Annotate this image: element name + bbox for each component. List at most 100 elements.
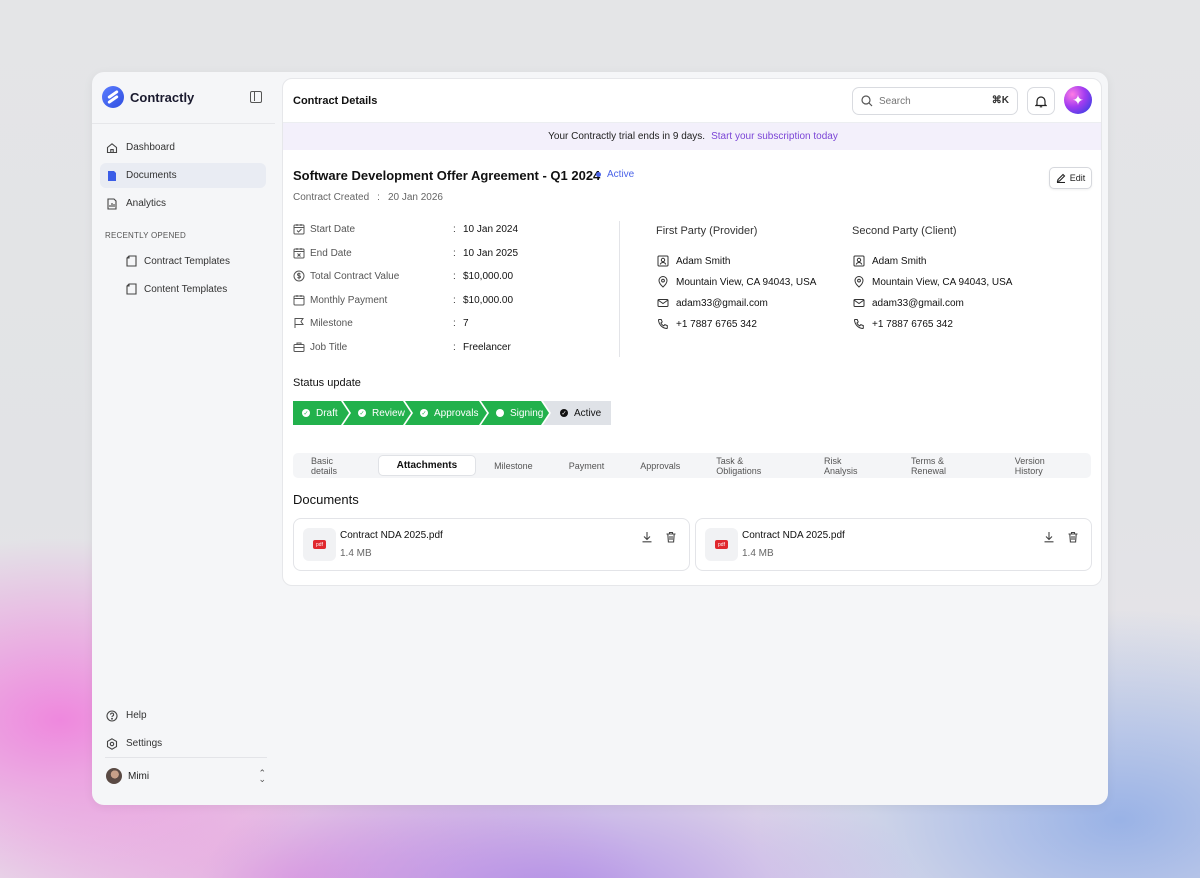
tab-task-obligations[interactable]: Task & Obligations	[698, 455, 806, 476]
check-icon: ✓	[421, 410, 427, 417]
second-party-email: adam33@gmail.com	[853, 297, 964, 309]
party-address-text: Mountain View, CA 94043, USA	[676, 276, 817, 288]
detail-value: $10,000.00	[463, 270, 514, 282]
notifications-button[interactable]	[1027, 87, 1055, 115]
sidebar-divider	[92, 123, 275, 124]
detail-value: 10 Jan 2024	[463, 223, 519, 235]
location-pin-icon	[854, 276, 864, 288]
sidebar-item-label: Analytics	[126, 198, 167, 209]
recently-opened-heading: RECENTLY OPENED	[105, 231, 186, 240]
step-approvals[interactable]: ✓ Approvals	[405, 401, 487, 425]
tab-approvals[interactable]: Approvals	[622, 455, 698, 476]
sparkle-icon: ✦	[1072, 91, 1084, 108]
edit-label: Edit	[1069, 173, 1086, 183]
sidebar-item-label: Help	[126, 710, 147, 721]
party-name-text: Adam Smith	[872, 255, 927, 267]
sidebar-item-dashboard[interactable]: Dashboard	[100, 135, 266, 160]
avatar	[106, 768, 122, 784]
document-name: Contract NDA 2025.pdf	[340, 530, 443, 541]
sidebar-item-documents[interactable]: Documents	[100, 163, 266, 188]
contract-created: Contract Created:20 Jan 2026	[293, 192, 451, 203]
trash-icon[interactable]	[665, 531, 677, 543]
phone-icon	[853, 319, 864, 330]
search-icon	[861, 95, 873, 107]
ai-assistant-button[interactable]: ✦	[1064, 86, 1092, 114]
second-party-name: Adam Smith	[853, 255, 926, 267]
briefcase-icon	[293, 342, 305, 352]
brand[interactable]: Contractly	[102, 86, 194, 108]
tab-milestone[interactable]: Milestone	[476, 455, 551, 476]
detail-milestone: Milestone :7	[293, 315, 613, 331]
contract-tabs: Basic details Attachments Milestone Paym…	[293, 453, 1091, 478]
document-card[interactable]: pdf Contract NDA 2025.pdf 1.4 MB	[293, 518, 690, 571]
user-name: Mimi	[128, 770, 150, 782]
flag-icon	[294, 318, 304, 328]
topbar: Contract Details ⌘K ✦	[283, 79, 1101, 123]
detail-job-title: Job Title : Freelancer	[293, 339, 613, 355]
detail-value: Freelancer	[463, 341, 511, 353]
document-icon	[108, 170, 116, 181]
step-draft[interactable]: ✓ Draft	[293, 401, 349, 425]
subscription-link[interactable]: Start your subscription today	[711, 131, 838, 142]
file-icon	[126, 283, 137, 295]
recent-item-contract-templates[interactable]: Contract Templates	[126, 250, 230, 272]
mail-icon	[657, 299, 669, 307]
detail-label: Job Title	[310, 341, 348, 353]
trash-icon[interactable]	[1067, 531, 1079, 543]
tab-terms-renewal[interactable]: Terms & Renewal	[893, 455, 997, 476]
status-stepper: ✓ Draft ✓ Review ✓ Approvals Signing ✓ A…	[293, 401, 611, 425]
step-review[interactable]: ✓ Review	[343, 401, 411, 425]
trial-message: Your Contractly trial ends in 9 days.	[548, 131, 706, 142]
detail-label: Monthly Payment	[310, 294, 388, 306]
tab-risk-analysis[interactable]: Risk Analysis	[806, 455, 893, 476]
detail-label: End Date	[310, 247, 352, 259]
detail-start-date: Start Date :10 Jan 2024	[293, 221, 613, 237]
check-icon: ✓	[303, 410, 309, 417]
location-pin-icon	[658, 276, 668, 288]
document-size: 1.4 MB	[742, 548, 774, 559]
created-label: Contract Created	[293, 192, 370, 203]
party-email-text: adam33@gmail.com	[872, 297, 964, 309]
pdf-badge: pdf	[715, 540, 728, 549]
sidebar-item-help[interactable]: Help	[100, 703, 266, 728]
page-title: Contract Details	[293, 95, 378, 107]
download-icon[interactable]	[641, 531, 653, 543]
sidebar-collapse-icon[interactable]	[250, 91, 262, 103]
tab-attachments[interactable]: Attachments	[377, 455, 477, 476]
step-label: Draft	[316, 407, 338, 419]
sidebar-item-settings[interactable]: Settings	[100, 731, 266, 756]
download-icon[interactable]	[1043, 531, 1055, 543]
sidebar-item-analytics[interactable]: Analytics	[100, 191, 266, 216]
detail-total-value: Total Contract Value : $10,000.00	[293, 268, 613, 284]
detail-value: 10 Jan 2025	[463, 247, 519, 259]
search-shortcut: ⌘K	[991, 95, 1009, 106]
sidebar-item-label: Documents	[126, 170, 177, 181]
step-active[interactable]: ✓ Active	[543, 401, 611, 425]
main-panel: Contract Details ⌘K ✦ Your Contractly tr…	[282, 78, 1102, 586]
step-signing[interactable]: Signing	[481, 401, 549, 425]
recent-item-content-templates[interactable]: Content Templates	[126, 278, 227, 300]
detail-value: 7	[463, 317, 469, 329]
pdf-file-icon: pdf	[303, 528, 336, 561]
search-box[interactable]: ⌘K	[852, 87, 1018, 115]
search-input[interactable]	[879, 95, 979, 107]
party-email-text: adam33@gmail.com	[676, 297, 768, 309]
tab-version-history[interactable]: Version History	[997, 455, 1091, 476]
first-party-address: Mountain View, CA 94043, USA	[657, 276, 816, 288]
first-party-email: adam33@gmail.com	[657, 297, 768, 309]
user-menu[interactable]: Mimi ⌃ ⌄	[106, 768, 266, 784]
edit-button[interactable]: Edit	[1049, 167, 1092, 189]
status-update-heading: Status update	[293, 377, 361, 389]
calendar-icon	[293, 295, 305, 306]
tab-basic-details[interactable]: Basic details	[293, 455, 378, 476]
detail-label: Start Date	[310, 223, 356, 235]
recent-item-label: Contract Templates	[144, 255, 230, 267]
step-label: Active	[574, 407, 602, 419]
tab-payment[interactable]: Payment	[551, 455, 623, 476]
document-card[interactable]: pdf Contract NDA 2025.pdf 1.4 MB	[695, 518, 1092, 571]
help-icon	[106, 709, 118, 722]
app-window: Contractly Dashboard Documents Analytics…	[92, 72, 1108, 805]
sidebar-divider	[105, 757, 267, 758]
document-size: 1.4 MB	[340, 548, 372, 559]
detail-label: Milestone	[310, 317, 353, 329]
